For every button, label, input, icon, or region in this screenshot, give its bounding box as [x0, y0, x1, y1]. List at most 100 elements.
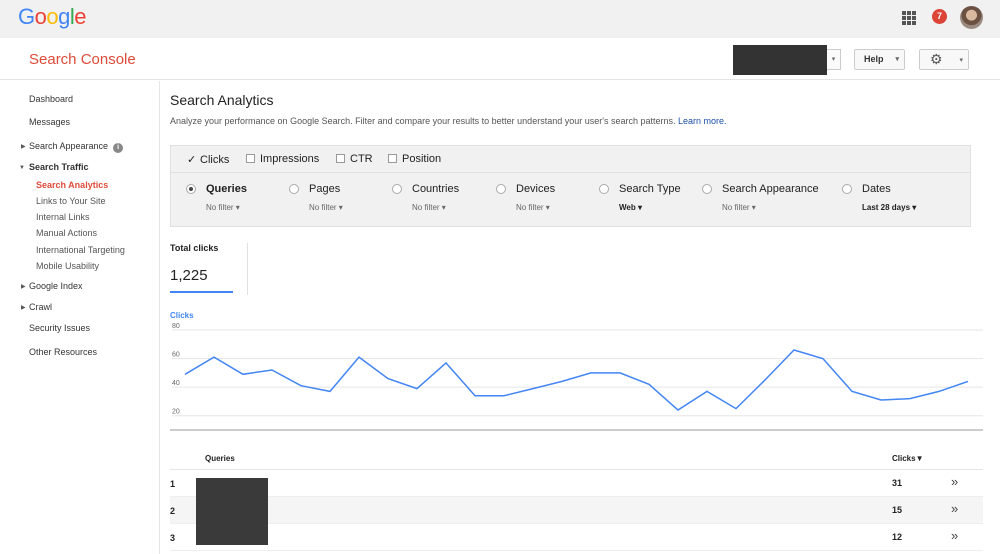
- data-point[interactable]: [589, 371, 593, 375]
- column-header-clicks[interactable]: Clicks▼: [892, 454, 924, 463]
- y-tick-label: 60: [172, 352, 180, 359]
- row-clicks: 15: [892, 505, 903, 515]
- notification-badge[interactable]: 7: [932, 9, 947, 24]
- y-tick-label: 80: [172, 323, 180, 330]
- data-point[interactable]: [270, 368, 274, 372]
- double-chevron-right-icon[interactable]: »: [951, 501, 958, 516]
- data-point[interactable]: [792, 348, 796, 352]
- sidebar-item-search-traffic[interactable]: Search Traffic: [29, 162, 89, 172]
- filter-value[interactable]: No filter ▾: [412, 203, 446, 212]
- filter-label: Countries: [412, 183, 460, 195]
- data-point[interactable]: [473, 394, 477, 398]
- sidebar-item-mobile-usability[interactable]: Mobile Usability: [36, 261, 99, 271]
- data-point[interactable]: [763, 378, 767, 382]
- radio-icon[interactable]: [496, 184, 506, 194]
- sidebar-item-links-to-site[interactable]: Links to Your Site: [36, 196, 106, 206]
- data-point[interactable]: [357, 355, 361, 359]
- filter-value[interactable]: Web ▾: [619, 203, 642, 212]
- double-chevron-right-icon[interactable]: »: [951, 474, 958, 489]
- product-title[interactable]: Search Console: [29, 51, 136, 68]
- expand-arrow-icon[interactable]: ▶: [21, 304, 26, 311]
- data-point[interactable]: [444, 361, 448, 365]
- filter-value[interactable]: No filter ▾: [309, 203, 343, 212]
- filter-value[interactable]: No filter ▾: [722, 203, 756, 212]
- metric-impressions[interactable]: Impressions: [246, 153, 319, 165]
- sidebar-item-international-targeting[interactable]: International Targeting: [36, 245, 125, 255]
- data-point[interactable]: [183, 372, 187, 376]
- page-title: Search Analytics: [170, 92, 274, 108]
- data-point[interactable]: [647, 382, 651, 386]
- data-point[interactable]: [937, 389, 941, 393]
- sidebar-item-search-appearance[interactable]: Search Appearance i: [29, 141, 124, 153]
- metric-clicks[interactable]: ✓ Clicks: [187, 153, 229, 166]
- filter-value[interactable]: No filter ▾: [206, 203, 240, 212]
- apps-grid-icon[interactable]: [902, 11, 916, 25]
- radio-icon[interactable]: [392, 184, 402, 194]
- data-point[interactable]: [241, 372, 245, 376]
- gear-icon: ⚙: [930, 51, 943, 67]
- filter-value[interactable]: No filter ▾: [516, 203, 550, 212]
- checkbox-icon[interactable]: [336, 154, 345, 163]
- data-point[interactable]: [676, 408, 680, 412]
- row-rank: 3: [170, 533, 176, 543]
- expand-arrow-icon[interactable]: ▶: [21, 283, 26, 290]
- property-selector[interactable]: [733, 45, 827, 75]
- table-row[interactable]: 1 31 »: [170, 470, 983, 497]
- data-point[interactable]: [502, 394, 506, 398]
- sidebar-item-other-resources[interactable]: Other Resources: [29, 347, 97, 357]
- radio-icon[interactable]: [289, 184, 299, 194]
- clicks-line-chart[interactable]: 80 60 40 20: [160, 320, 990, 435]
- info-icon[interactable]: i: [113, 143, 124, 153]
- data-point[interactable]: [386, 377, 390, 381]
- avatar[interactable]: [960, 6, 983, 29]
- metric-position[interactable]: Position: [388, 153, 441, 165]
- column-header-queries[interactable]: Queries: [205, 454, 235, 463]
- radio-icon[interactable]: [599, 184, 609, 194]
- data-point[interactable]: [560, 379, 564, 383]
- sidebar-item-search-analytics[interactable]: Search Analytics: [36, 180, 108, 190]
- sidebar-item-messages[interactable]: Messages: [29, 117, 70, 127]
- data-point[interactable]: [618, 371, 622, 375]
- data-point[interactable]: [966, 379, 970, 383]
- expand-arrow-icon[interactable]: ▶: [21, 143, 26, 150]
- sidebar-item-dashboard[interactable]: Dashboard: [29, 94, 73, 104]
- table-header: Queries Clicks▼: [170, 450, 983, 470]
- double-chevron-right-icon[interactable]: »: [951, 528, 958, 543]
- filter-value[interactable]: Last 28 days ▾: [862, 203, 916, 212]
- google-logo[interactable]: Google: [18, 4, 87, 30]
- metric-ctr[interactable]: CTR: [336, 153, 373, 165]
- table-row[interactable]: 3 12 »: [170, 524, 983, 551]
- table-row[interactable]: 2 15 »: [170, 497, 983, 524]
- total-clicks-card[interactable]: Total clicks 1,225: [170, 243, 248, 295]
- radio-icon[interactable]: [842, 184, 852, 194]
- learn-more-link[interactable]: Learn more.: [678, 116, 727, 126]
- sidebar-item-crawl[interactable]: Crawl: [29, 302, 52, 312]
- data-point[interactable]: [908, 397, 912, 401]
- metric-label: Impressions: [260, 153, 320, 165]
- data-point[interactable]: [415, 387, 419, 391]
- radio-icon[interactable]: [702, 184, 712, 194]
- data-point[interactable]: [850, 389, 854, 393]
- radio-selected-icon[interactable]: [186, 184, 196, 194]
- sidebar-item-internal-links[interactable]: Internal Links: [36, 212, 90, 222]
- sidebar-item-security-issues[interactable]: Security Issues: [29, 323, 90, 333]
- checkbox-icon[interactable]: [388, 154, 397, 163]
- data-point[interactable]: [734, 407, 738, 411]
- data-point[interactable]: [531, 387, 535, 391]
- settings-button[interactable]: ⚙ ▾: [919, 49, 969, 70]
- collapse-arrow-icon[interactable]: ▼: [19, 165, 25, 171]
- metric-label: Position: [402, 153, 442, 165]
- y-tick-label: 20: [172, 409, 180, 416]
- data-point[interactable]: [328, 389, 332, 393]
- property-dropdown-caret[interactable]: ▾: [827, 49, 841, 70]
- sidebar-item-manual-actions[interactable]: Manual Actions: [36, 228, 97, 238]
- sidebar-item-google-index[interactable]: Google Index: [29, 281, 83, 291]
- data-point[interactable]: [879, 398, 883, 402]
- data-point[interactable]: [705, 389, 709, 393]
- total-clicks-value: 1,225: [170, 267, 208, 284]
- data-point[interactable]: [212, 355, 216, 359]
- checkbox-icon[interactable]: [246, 154, 255, 163]
- data-point[interactable]: [299, 384, 303, 388]
- help-button[interactable]: Help ▾: [854, 49, 905, 70]
- data-point[interactable]: [821, 357, 825, 361]
